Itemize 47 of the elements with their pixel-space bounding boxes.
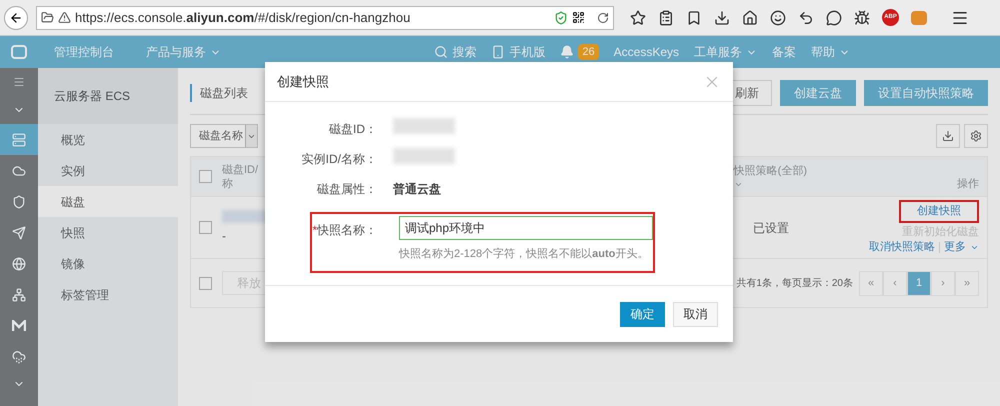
page-button[interactable]: ‹ [883, 270, 907, 296]
cancel-button[interactable]: 取消 [673, 302, 718, 326]
header-link[interactable]: 帮助 [811, 43, 835, 61]
more-menu[interactable]: 更多 [944, 240, 966, 255]
header-link[interactable]: 备案 [772, 43, 796, 61]
header-link[interactable]: 搜索 [452, 43, 476, 61]
field-hint: 快照名称为2-128个字符，快照名不能以auto开头。 [399, 246, 650, 262]
products-menu[interactable]: 产品与服务 [146, 43, 206, 61]
page-button[interactable]: « [859, 270, 883, 296]
action-link[interactable]: 取消快照策略 [869, 240, 935, 255]
page-title: 磁盘列表 [190, 84, 248, 102]
toolbar-button[interactable]: 设置自动快照策略 [864, 80, 988, 106]
sidebar-item[interactable]: 快照 [38, 217, 178, 248]
required-mark: * [312, 223, 317, 237]
toolbar-button[interactable]: 创建云盘 [780, 80, 856, 106]
column-header: 操作 [957, 176, 979, 192]
field-value: 普通云盘 [393, 182, 441, 196]
sidebar-item[interactable]: 镜像 [38, 248, 178, 279]
pagination-summary: 共有1条，每页显示：20条 [736, 276, 853, 290]
page-button[interactable]: 1 [907, 270, 931, 296]
table-cell-text: - [222, 228, 227, 245]
field-label: 快照名称： [317, 223, 377, 237]
action-link[interactable]: 创建快照 [917, 204, 961, 219]
confirm-button[interactable]: 确定 [620, 302, 665, 326]
sidebar-item[interactable]: 磁盘 [38, 186, 178, 217]
page-button[interactable]: › [931, 270, 955, 296]
sidebar-item[interactable]: 实例 [38, 155, 178, 186]
field-label: 磁盘属性： [317, 182, 377, 196]
sidebar-item[interactable]: 标签管理 [38, 279, 178, 310]
header-link[interactable]: AccessKeys [614, 43, 679, 61]
address-bar[interactable]: https://ecs.console.aliyun.com/#/disk/region/cn-hangzhou [36, 6, 614, 30]
notification-count: 26 [578, 44, 599, 60]
sidebar-title: 云服务器 ECS [54, 88, 130, 105]
field-label: 磁盘ID： [329, 122, 377, 136]
snapshot-name-field[interactable]: 调试php环境中 [399, 216, 653, 240]
header-link[interactable]: 工单服务 [694, 43, 742, 61]
table-cell-text: 已设置 [753, 220, 789, 236]
column-header: 磁盘ID/ 称 [222, 162, 258, 190]
page-button[interactable]: » [955, 270, 979, 296]
field-label: 实例ID/名称： [302, 152, 377, 166]
url-text: https://ecs.console.aliyun.com/#/disk/region/cn-hangzhou [75, 8, 412, 27]
console-home-link[interactable]: 管理控制台 [54, 43, 114, 61]
dialog-title: 创建快照 [277, 72, 329, 91]
header-link[interactable]: 手机版 [509, 43, 546, 61]
sidebar-item[interactable]: 概览 [38, 124, 178, 155]
filter-dropdown[interactable]: 磁盘名称 [190, 124, 258, 148]
column-header[interactable]: 快照策略(全部) [734, 163, 807, 180]
